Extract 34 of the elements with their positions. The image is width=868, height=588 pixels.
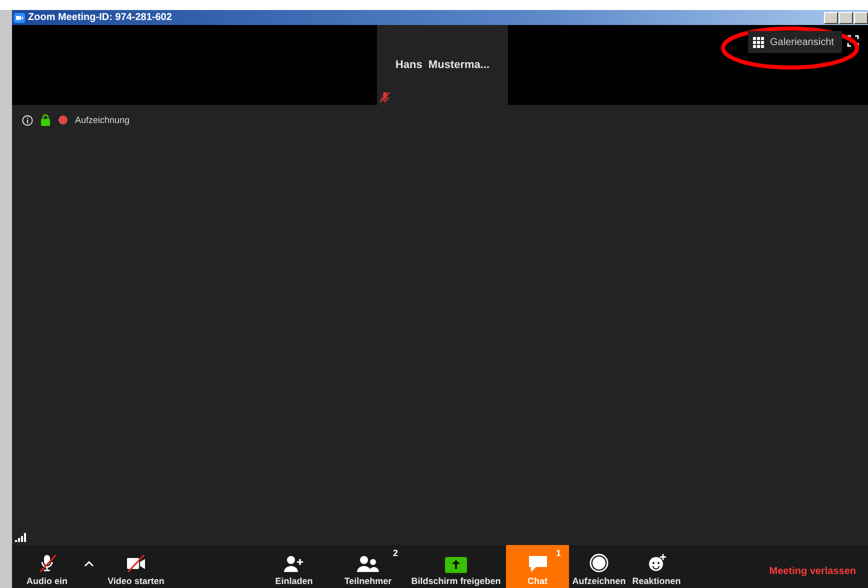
count-label: 1	[556, 548, 561, 558]
invite-toolbar-button[interactable]: Einladen	[258, 545, 330, 588]
recording-dot-icon	[58, 115, 68, 125]
leave-meeting-button[interactable]: Meeting verlassen	[763, 565, 862, 578]
window-title: Zoom Meeting-ID: 974-281-602	[28, 12, 173, 23]
video-toolbar-button[interactable]: Video starten	[96, 545, 176, 588]
speech-bubble-icon	[528, 555, 548, 573]
maximize-button[interactable]	[839, 12, 853, 24]
share-toolbar-button[interactable]: Bildschirm freigeben	[406, 545, 506, 588]
share-screen-icon	[445, 557, 467, 573]
close-button[interactable]	[854, 12, 868, 24]
caret-icon	[84, 560, 94, 567]
muted-microphone-icon	[37, 553, 57, 573]
participant-name: Hans Musterma...	[395, 59, 490, 71]
gallery-view-button[interactable]: Galerieansicht	[748, 31, 842, 53]
count-label: 2	[392, 548, 398, 558]
people-icon	[356, 555, 380, 573]
participants-toolbar-button[interactable]: Teilnehmer 2	[330, 545, 406, 588]
grid-icon	[753, 36, 764, 48]
minimize-button[interactable]	[824, 12, 838, 24]
lock-icon[interactable]	[41, 114, 50, 126]
info-icon[interactable]	[22, 114, 33, 126]
participant-tile[interactable]: Hans Musterma...	[377, 25, 508, 105]
add-person-icon	[283, 555, 305, 573]
video-camera-icon	[14, 12, 25, 22]
signal-bars-icon[interactable]	[15, 533, 27, 542]
record-circle-icon	[589, 553, 609, 573]
video-off-icon	[125, 553, 147, 573]
recording-label: Aufzeichnung	[75, 115, 130, 125]
smiley-plus-icon	[646, 553, 666, 573]
record-toolbar-button[interactable]: Aufzeichnen	[569, 545, 629, 588]
audio-toolbar-button[interactable]: Audio ein	[12, 545, 82, 588]
reactions-toolbar-button[interactable]: Reaktionen	[629, 545, 684, 588]
fullscreen-icon[interactable]	[847, 35, 859, 47]
